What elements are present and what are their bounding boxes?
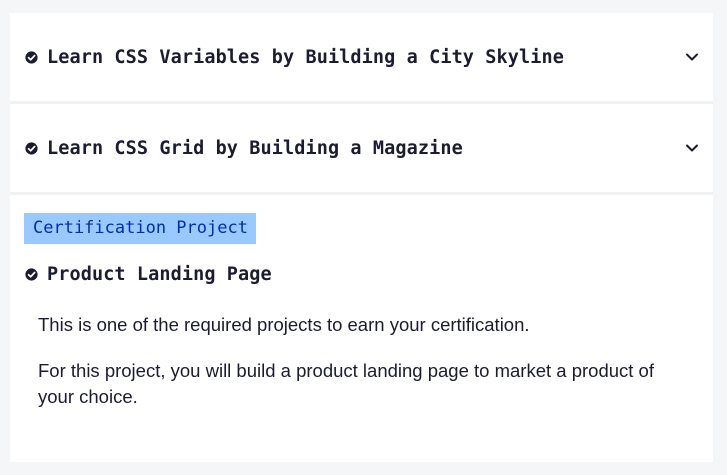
project-description-required: This is one of the required projects to … xyxy=(38,314,530,335)
check-circle-icon xyxy=(25,50,38,64)
accordion-title: Learn CSS Variables by Building a City S… xyxy=(47,46,564,68)
accordion-css-grid[interactable]: Learn CSS Grid by Building a Magazine xyxy=(10,104,713,192)
chevron-down-icon[interactable] xyxy=(685,141,699,155)
accordion-css-variables[interactable]: Learn CSS Variables by Building a City S… xyxy=(10,13,713,101)
check-circle-icon xyxy=(25,141,38,155)
project-description-details: For this project, you will build a produ… xyxy=(38,360,654,407)
accordion-title: Learn CSS Grid by Building a Magazine xyxy=(47,137,463,159)
project-link[interactable]: Product Landing Page xyxy=(25,262,272,286)
check-circle-icon xyxy=(25,267,38,281)
chevron-down-icon[interactable] xyxy=(685,50,699,64)
certification-project-badge: Certification Project xyxy=(24,213,256,244)
project-title: Product Landing Page xyxy=(47,263,272,285)
